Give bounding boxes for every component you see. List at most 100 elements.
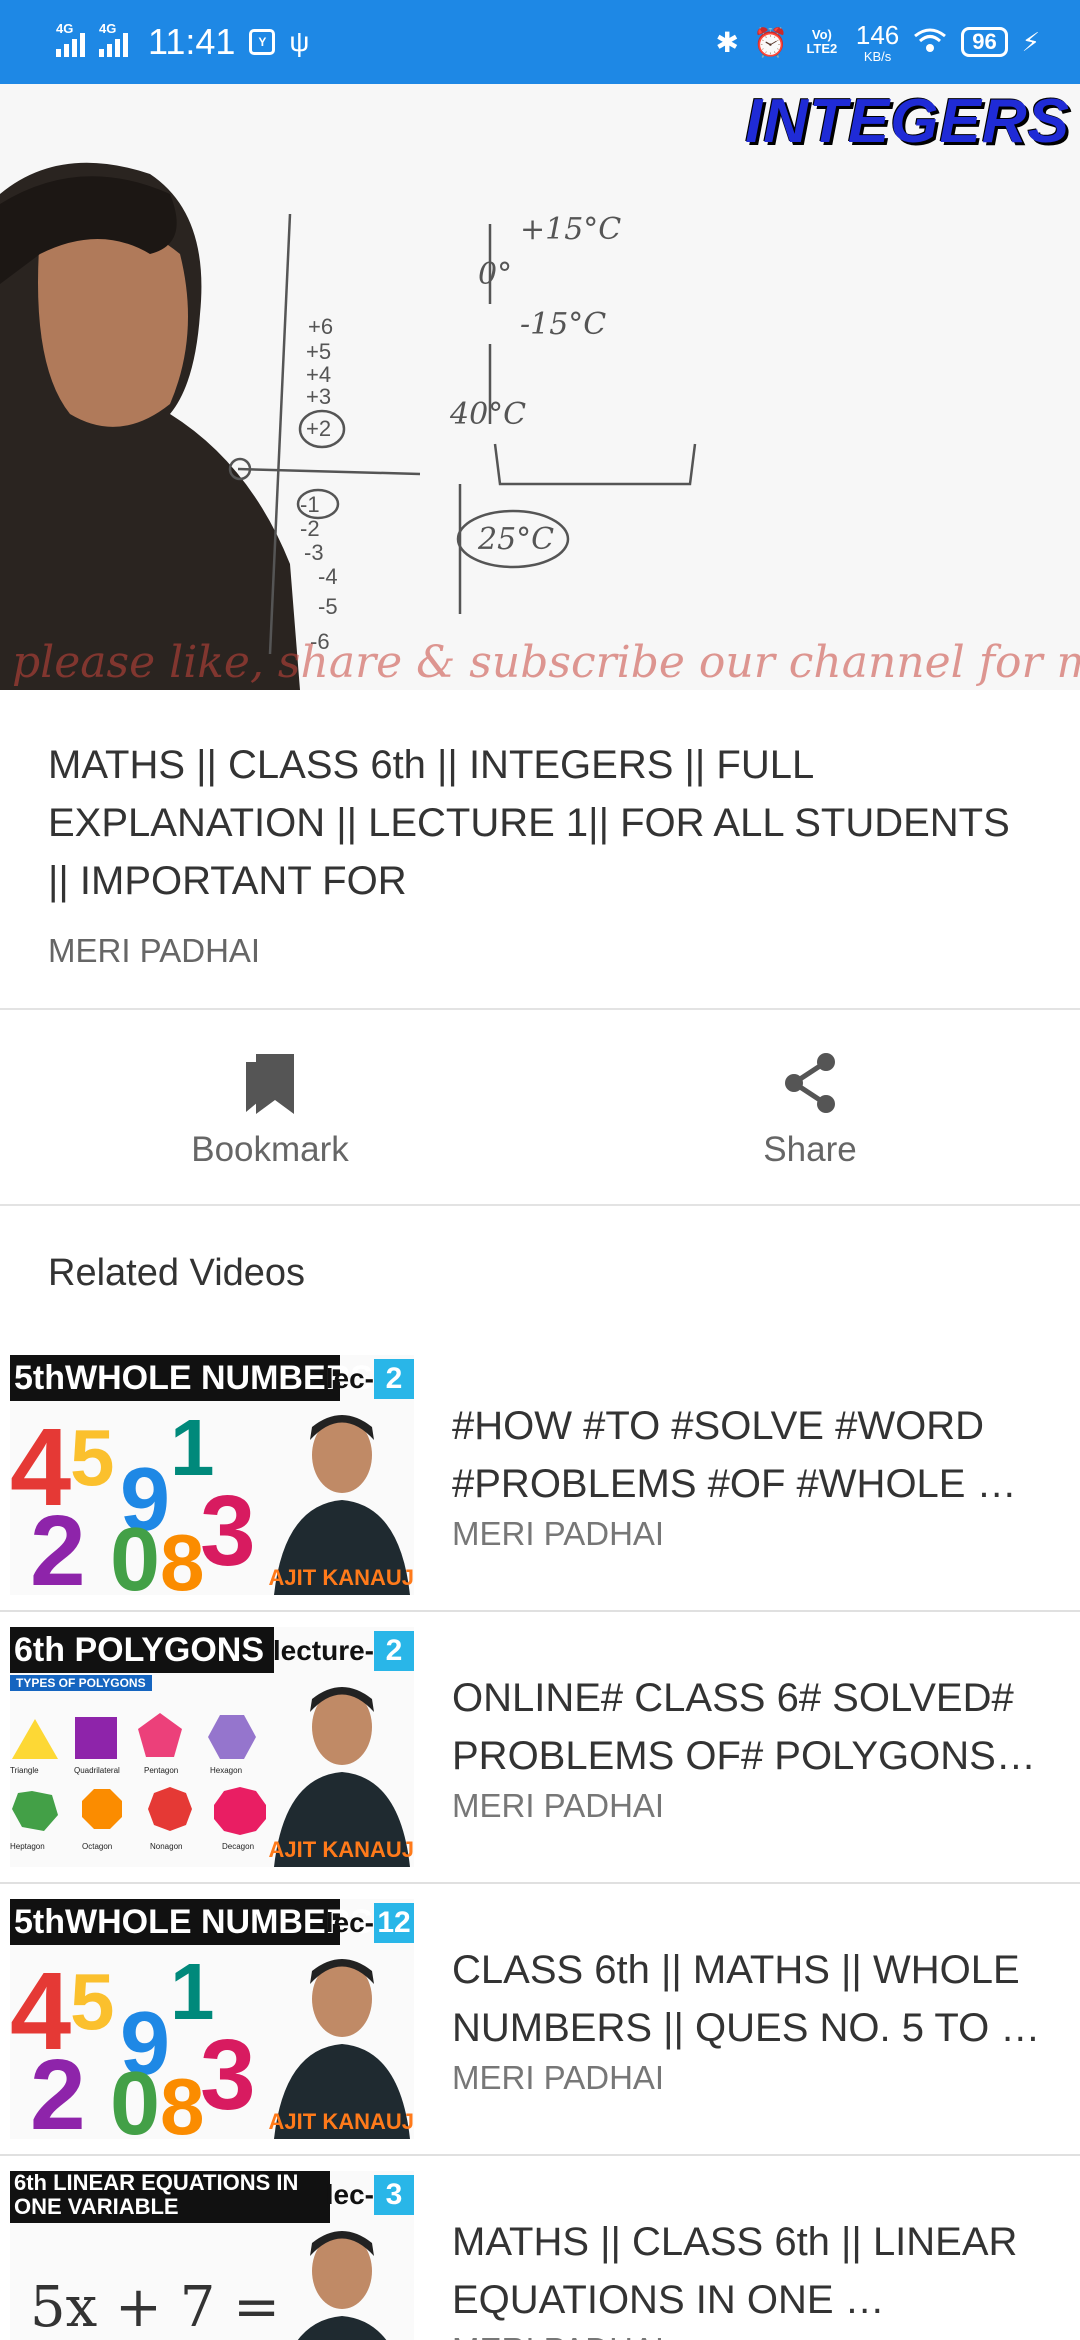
board-label: 25°C [477, 522, 554, 557]
usb-icon: ψ [289, 26, 310, 57]
related-video-title: #HOW #TO #SOLVE #WORD #PROBLEMS #OF #WHO… [452, 1404, 1017, 1506]
status-left: 4G 4G 11:41 Y ψ [56, 21, 309, 63]
related-video-channel: MERI PADHAI [452, 2331, 1050, 2340]
polygons-artwork: Triangle Quadrilateral Pentagon Hexagon … [10, 1713, 266, 1851]
svg-text:8: 8 [160, 1518, 205, 1595]
related-videos-list: 4 5 9 2 0 1 3 8 5thWHOLE NUMBERS lec- 2 … [0, 1340, 1080, 2340]
svg-text:5: 5 [70, 1413, 115, 1502]
volte-indicator: Vo) LTE2 [806, 27, 838, 56]
svg-text:2: 2 [30, 2039, 86, 2139]
related-video-channel: MERI PADHAI [452, 1787, 665, 1824]
network-speed-unit: KB/s [863, 48, 892, 64]
bluetooth-icon: ✱ [715, 26, 739, 58]
svg-text:2: 2 [30, 1495, 86, 1595]
board-label: -5 [318, 594, 338, 619]
board-label: +2 [306, 416, 331, 441]
svg-text:8: 8 [160, 2062, 205, 2139]
related-video-channel: MERI PADHAI [452, 1515, 665, 1552]
network-speed-value: 146 [855, 19, 900, 50]
bookmark-button[interactable]: Bookmark [0, 1010, 540, 1204]
status-bar: 4G 4G 11:41 Y ψ ✱ ⏰ Vo) LTE2 146 KB/s 96… [0, 0, 1080, 84]
related-video-item[interactable]: 6th LINEAR EQUATIONS IN ONE VARIABLE lec… [0, 2156, 1080, 2340]
related-video-text: ONLINE# CLASS 6# SOLVED# PROBLEMS OF# PO… [414, 1669, 1080, 1825]
thumbnail-banner: 6th POLYGONS [10, 1627, 274, 1673]
video-player[interactable]: +6 +5 +4 +3 +2 -1 -2 -3 -4 -5 -6 +15°C 0… [0, 84, 1080, 690]
bookmark-icon [246, 1054, 294, 1114]
shape-label: Heptagon [10, 1842, 45, 1851]
signal-1-label: 4G [56, 21, 74, 36]
charging-icon: ⚡ [1021, 26, 1040, 57]
thumbnail-lecture-label: lecture- [272, 1635, 374, 1666]
video-watermark: please like, share & subscribe our chann… [12, 637, 1080, 688]
board-label: +5 [306, 339, 331, 364]
shape-label: Hexagon [210, 1766, 242, 1775]
related-video-text: #HOW #TO #SOLVE #WORD #PROBLEMS #OF #WHO… [414, 1397, 1080, 1553]
board-label: +15°C [520, 212, 621, 247]
network-speed: 146 KB/s [856, 22, 899, 63]
action-bar: Bookmark Share [0, 1010, 1080, 1206]
shape-label: Decagon [222, 1842, 254, 1851]
related-video-item[interactable]: 4 5 9 2 0 1 3 8 5thWHOLE NUMBERS lec- 12… [0, 1884, 1080, 2156]
whiteboard-drawing: +6 +5 +4 +3 +2 -1 -2 -3 -4 -5 -6 +15°C 0… [0, 162, 697, 690]
related-video-title: CLASS 6th || MATHS || WHOLE NUMBERS || Q… [452, 1948, 1041, 2050]
thumbnail-lecture-number: 2 [374, 1359, 414, 1399]
board-label: 0° [478, 257, 512, 292]
signal-2-icon: 4G [99, 21, 128, 57]
video-overlay-title: INTEGERS [745, 87, 1070, 156]
thumbnail-lecture-label: lec- [325, 1363, 374, 1394]
share-button[interactable]: Share [540, 1010, 1080, 1204]
board-label: +3 [306, 384, 331, 409]
related-video-text: CLASS 6th || MATHS || WHOLE NUMBERS || Q… [414, 1941, 1080, 2097]
video-thumbnail: 4 5 9 2 0 1 3 8 5thWHOLE NUMBERS lec- 2 … [10, 1355, 414, 1595]
board-label: 40°C [449, 397, 526, 432]
thumbnail-lecture-label: lec- [325, 2179, 374, 2210]
board-label: -4 [318, 564, 338, 589]
clock: 11:41 [148, 21, 236, 62]
status-right: ✱ ⏰ Vo) LTE2 146 KB/s 96 ⚡ [716, 22, 1040, 63]
related-video-item[interactable]: 4 5 9 2 0 1 3 8 5thWHOLE NUMBERS lec- 2 … [0, 1340, 1080, 1612]
svg-text:3: 3 [200, 2019, 256, 2131]
shape-label: Triangle [10, 1766, 39, 1775]
video-thumbnail: 6th LINEAR EQUATIONS IN ONE VARIABLE lec… [10, 2171, 414, 2340]
bookmark-label: Bookmark [191, 1130, 349, 1169]
related-video-item[interactable]: 6th POLYGONS lecture- 2 TYPES OF POLYGON… [0, 1612, 1080, 1884]
thumbnail-tag: AJIT KANAUJ [268, 1837, 414, 1862]
share-icon [785, 1053, 835, 1113]
svg-text:5x + 7 = √2: 5x + 7 = √2 [30, 2275, 280, 2340]
video-details: MATHS || CLASS 6th || INTEGERS || FULL E… [0, 690, 1080, 1010]
related-video-title: ONLINE# CLASS 6# SOLVED# PROBLEMS OF# PO… [452, 1676, 1036, 1778]
board-label: -15°C [520, 307, 606, 342]
presenter-image [297, 2231, 387, 2340]
shape-label: Nonagon [150, 1842, 182, 1851]
thumbnail-tag: AJIT KANAUJ [268, 2109, 414, 2134]
svg-text:5: 5 [70, 1957, 115, 2046]
thumbnail-lecture-number: 12 [374, 1903, 414, 1943]
board-label: -1 [300, 492, 320, 517]
share-label: Share [763, 1130, 857, 1169]
related-video-title: MATHS || CLASS 6th || LINEAR EQUATIONS I… [452, 2220, 1018, 2322]
svg-text:3: 3 [200, 1475, 256, 1587]
notification-app-icon: Y [249, 29, 276, 55]
battery-indicator: 96 [961, 27, 1008, 57]
signal-1-icon: 4G [56, 21, 85, 57]
equation-artwork: 5x + 7 = √2 [30, 2275, 280, 2340]
video-thumbnail: 4 5 9 2 0 1 3 8 5thWHOLE NUMBERS lec- 12… [10, 1899, 414, 2139]
board-label: +6 [308, 314, 333, 339]
alarm-icon: ⏰ [752, 26, 788, 58]
wifi-icon [913, 26, 947, 59]
related-video-text: MATHS || CLASS 6th || LINEAR EQUATIONS I… [414, 2213, 1080, 2340]
thumbnail-tag: AJIT KANAUJ [268, 1565, 414, 1590]
thumbnail-lecture-label: lec- [325, 1907, 374, 1938]
shape-label: Quadrilateral [74, 1766, 120, 1775]
thumbnail-lecture-number: 3 [374, 2175, 414, 2215]
channel-name[interactable]: MERI PADHAI [48, 932, 1032, 970]
svg-text:0: 0 [110, 1510, 160, 1595]
related-video-channel: MERI PADHAI [452, 2059, 665, 2096]
related-videos-heading: Related Videos [48, 1252, 306, 1294]
video-thumbnail: 6th POLYGONS lecture- 2 TYPES OF POLYGON… [10, 1627, 414, 1867]
signal-2-label: 4G [99, 21, 117, 36]
svg-text:0: 0 [110, 2054, 160, 2139]
shape-label: Pentagon [144, 1766, 178, 1775]
board-label: -3 [304, 540, 324, 565]
board-label: -2 [300, 516, 320, 541]
